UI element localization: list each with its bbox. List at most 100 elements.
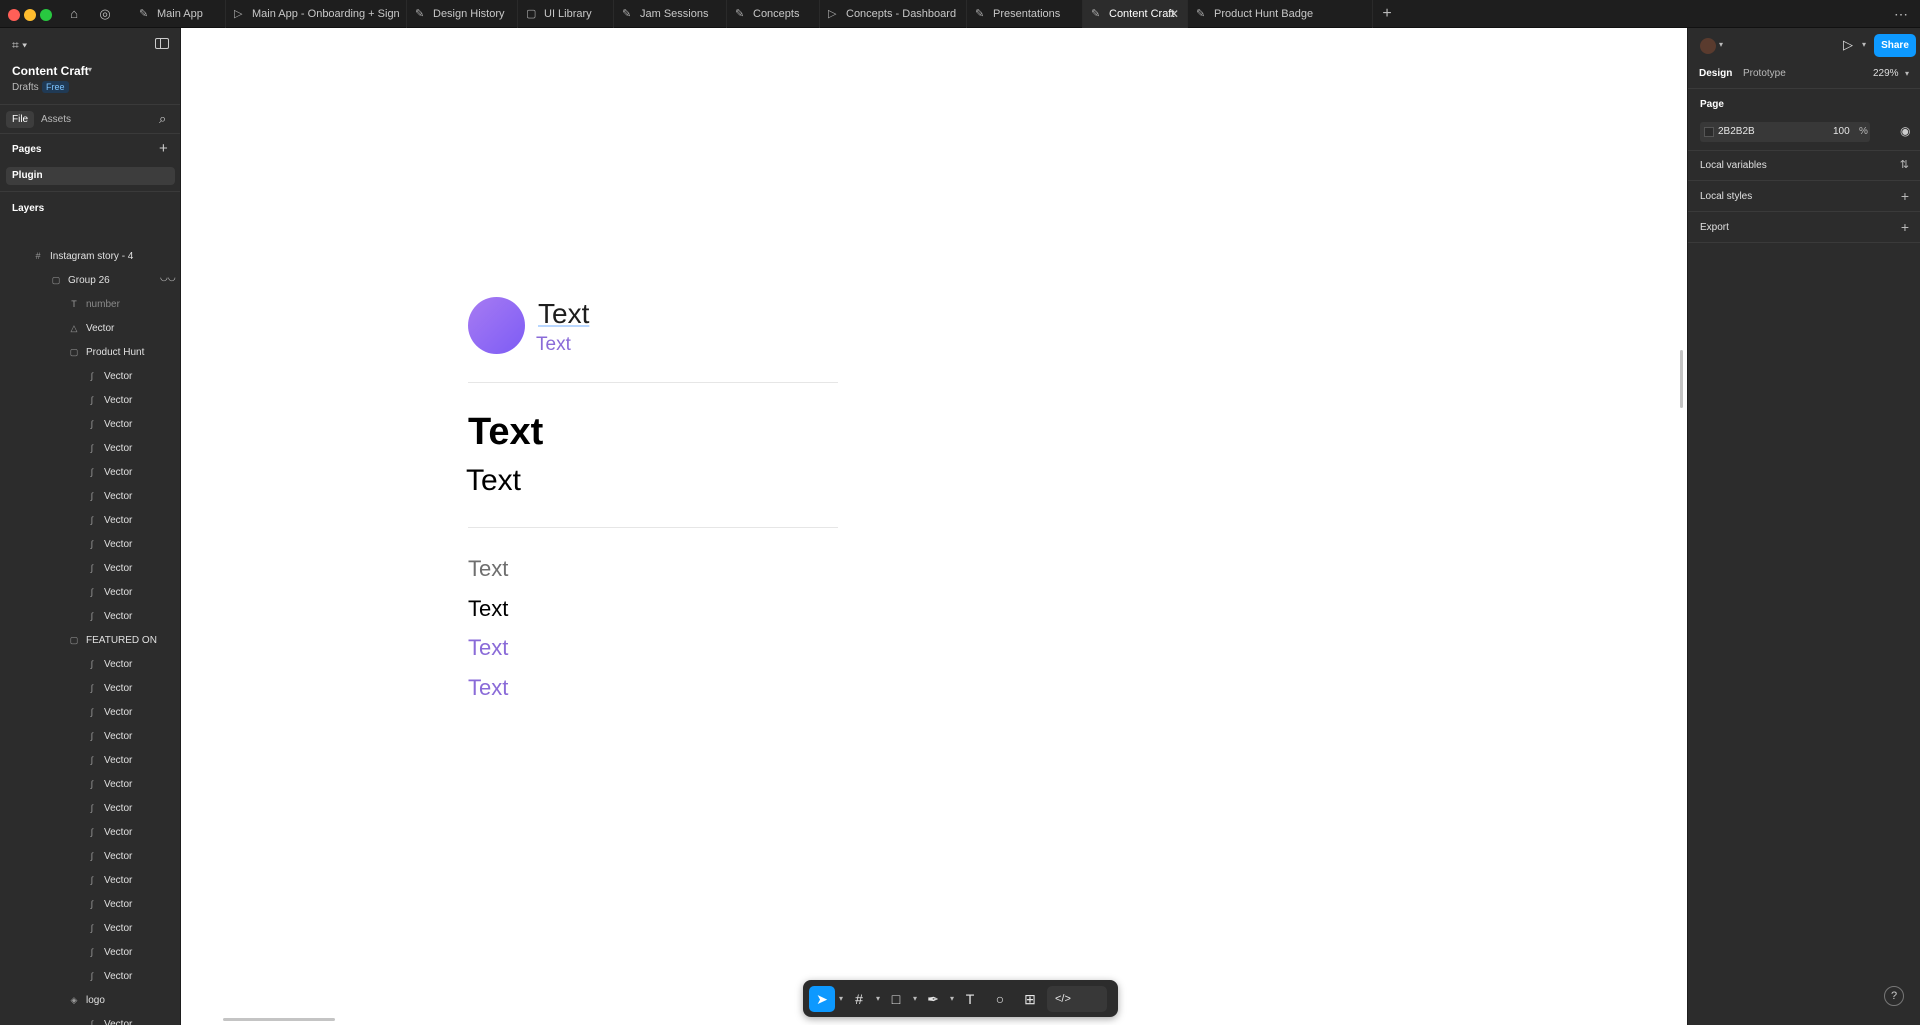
more-menu-icon[interactable]: ⋯ [1892, 5, 1910, 23]
close-window-button[interactable] [8, 9, 20, 21]
canvas[interactable]: Text Text Text Text Text Text Text Text [181, 28, 1687, 1025]
chevron-down-icon[interactable]: ▾ [1862, 40, 1866, 49]
list-text-purple-2[interactable]: Text [468, 675, 508, 701]
page-opacity-value[interactable]: 100 [1833, 126, 1850, 137]
tab-file[interactable]: File [6, 111, 35, 128]
add-style-plus-icon[interactable]: + [1901, 181, 1909, 212]
tab-product-hunt-badge-community[interactable]: ✎Product Hunt Badge (Community) [1188, 0, 1373, 48]
chevron-down-icon[interactable]: ▾ [910, 986, 920, 1012]
layer-item[interactable]: ▢ FEATURED ON [68, 628, 157, 652]
layer-item[interactable]: ∫ Vector [86, 604, 133, 628]
layer-item[interactable]: ∫ Vector [86, 868, 133, 892]
page-color-value[interactable]: 2B2B2B [1718, 126, 1755, 137]
layer-item[interactable]: ∫ Vector [86, 748, 133, 772]
layer-item[interactable]: ∫ Vector [86, 388, 133, 412]
heading-bold-text[interactable]: Text [468, 411, 543, 454]
layer-item[interactable]: ∫ Vector [86, 532, 133, 556]
layer-item[interactable]: ∫ Vector [86, 652, 133, 676]
tab-main-app-onboarding-sign-in[interactable]: ▷Main App - Onboarding + Sign In [226, 0, 407, 48]
list-text-purple[interactable]: Text [468, 635, 508, 661]
chevron-down-icon[interactable]: ▾ [1719, 40, 1723, 49]
share-button[interactable]: Share [1874, 34, 1916, 57]
text-tool-icon[interactable]: T [957, 986, 983, 1012]
layer-item[interactable]: Tnumber [68, 292, 120, 316]
help-button[interactable]: ? [1884, 986, 1904, 1006]
file-location[interactable]: Drafts [12, 82, 39, 93]
globe-icon[interactable]: ◎ [96, 5, 114, 23]
layer-item[interactable]: ∫ Vector [86, 484, 133, 508]
layer-item[interactable]: ∫ Vector [86, 700, 133, 724]
chevron-down-icon[interactable]: ▾ [1905, 69, 1909, 78]
tab-content-craft[interactable]: ✎ Content Craft ✕ [1083, 0, 1188, 28]
search-icon[interactable]: ⌕ [159, 111, 166, 127]
header-title-text[interactable]: Text [538, 298, 589, 330]
header-subtitle-text[interactable]: Text [536, 334, 571, 356]
avatar[interactable] [1700, 38, 1716, 54]
layer-item[interactable]: ∫ Vector [86, 676, 133, 700]
sidebar-toggle-icon[interactable] [155, 38, 169, 49]
close-tab-icon[interactable]: ✕ [1169, 0, 1179, 28]
variables-icon[interactable]: ⇅ [1900, 150, 1909, 181]
layer-item[interactable]: ∫ Vector [86, 580, 133, 604]
frame-tool-icon[interactable]: # [846, 986, 872, 1012]
layer-item[interactable]: ▢ Group 26 [50, 268, 110, 292]
layer-item[interactable]: ∫ Vector [86, 508, 133, 532]
chevron-down-icon[interactable]: ▾ [873, 986, 883, 1012]
avatar-circle[interactable] [468, 297, 525, 354]
actions-tool-icon[interactable]: ⊞ [1017, 986, 1043, 1012]
layer-item[interactable]: ◈ logo [68, 988, 105, 1012]
tab-main-app[interactable]: ✎ Main App [131, 0, 226, 28]
tab-jam-sessions[interactable]: ✎ Jam Sessions [614, 0, 727, 28]
move-tool-icon[interactable]: ➤ [809, 986, 835, 1012]
add-export-plus-icon[interactable]: + [1901, 212, 1909, 243]
tab-design[interactable]: Design [1699, 68, 1732, 79]
layer-item[interactable]: ∫ Vector [86, 940, 133, 964]
zoom-window-button[interactable] [40, 9, 52, 21]
home-icon[interactable]: ⌂ [65, 5, 83, 23]
dev-mode-toggle[interactable]: </> [1047, 986, 1107, 1012]
layer-item[interactable]: △ Vector [68, 316, 115, 340]
chevron-down-icon[interactable]: ▾ [947, 986, 957, 1012]
local-styles-row[interactable]: Local styles + [1688, 181, 1920, 212]
page-item-plugin[interactable]: Plugin [6, 167, 175, 185]
tab-presentations[interactable]: ✎ Presentations [967, 0, 1083, 28]
eye-icon[interactable]: ◉ [1900, 124, 1910, 138]
layer-item[interactable]: ▢ Product Hunt [68, 340, 145, 364]
new-tab-plus-icon[interactable]: + [1378, 5, 1396, 23]
visibility-icon[interactable]: ◡◡ [160, 272, 176, 283]
heading-regular-text[interactable]: Text [466, 464, 521, 498]
list-text-gray[interactable]: Text [468, 556, 508, 582]
pen-tool-icon[interactable]: ✒ [920, 986, 946, 1012]
layer-item[interactable]: # Instagram story - 4 [32, 244, 133, 268]
layer-item[interactable]: ∫ Vector [86, 436, 133, 460]
layer-item[interactable]: ∫ Vector [86, 412, 133, 436]
tab-assets[interactable]: Assets [41, 114, 71, 125]
layer-item[interactable]: ∫ Vector [86, 844, 133, 868]
color-swatch[interactable] [1704, 127, 1714, 137]
file-name[interactable]: Content Craft [12, 64, 89, 78]
comment-tool-icon[interactable]: ○ [987, 986, 1013, 1012]
layer-item[interactable]: ∫ Vector [86, 772, 133, 796]
horizontal-scrollbar[interactable] [223, 1018, 335, 1021]
add-page-plus-icon[interactable]: + [159, 140, 168, 157]
tab-design-history[interactable]: ✎ Design History [407, 0, 518, 28]
export-row[interactable]: Export + [1688, 212, 1920, 243]
main-menu-icon[interactable]: ⌗ ▾ [12, 38, 27, 53]
layer-item[interactable]: ∫ Vector [86, 964, 133, 988]
layer-item[interactable]: ∫ Vector [86, 892, 133, 916]
zoom-level[interactable]: 229% [1873, 68, 1899, 79]
layer-item[interactable]: ∫ Vector [86, 556, 133, 580]
tab-concepts[interactable]: ✎ Concepts [727, 0, 820, 28]
layer-item[interactable]: ∫ Vector [86, 796, 133, 820]
tab-ui-library[interactable]: ▢ UI Library [518, 0, 614, 28]
layer-item[interactable]: ∫ Vector [86, 820, 133, 844]
list-text-black[interactable]: Text [468, 596, 508, 622]
layer-item[interactable]: ∫ Vector [86, 724, 133, 748]
local-variables-row[interactable]: Local variables ⇅ [1688, 150, 1920, 181]
layer-item[interactable]: ∫ Vector [86, 916, 133, 940]
tab-concepts-dashboard[interactable]: ▷ Concepts - Dashboard [820, 0, 967, 28]
chevron-down-icon[interactable]: ▾ [836, 986, 846, 1012]
present-play-icon[interactable]: ▷ [1843, 37, 1853, 53]
layer-item[interactable]: ∫ Vector [86, 460, 133, 484]
chevron-down-icon[interactable]: ▾ [88, 65, 92, 74]
